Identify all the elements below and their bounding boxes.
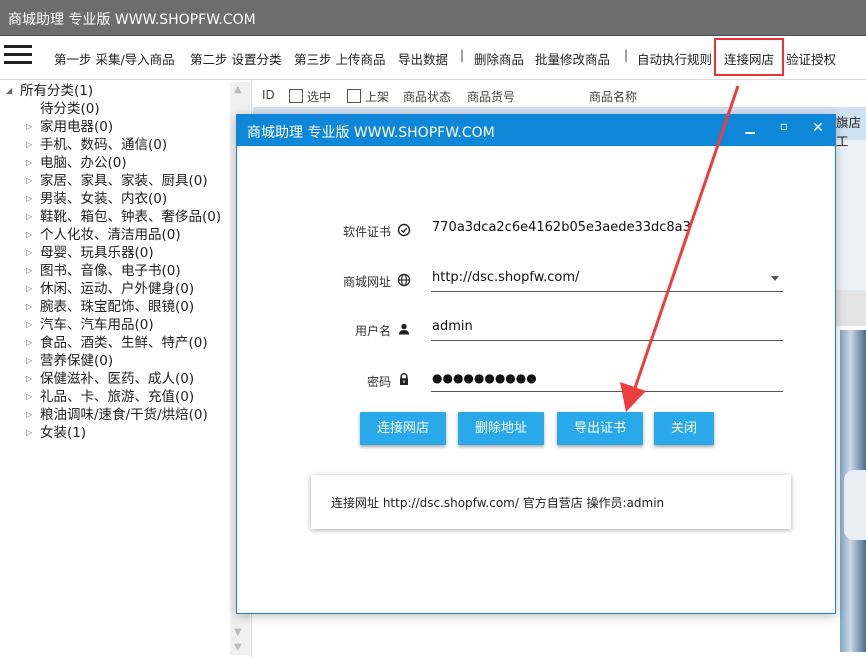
tree-collapsed-icon[interactable]: ▷ (26, 352, 40, 370)
close-icon[interactable]: ✕ (809, 120, 827, 136)
category-tree[interactable]: ◢ 所有分类(1) 待分类(0) ▷ 家用电器(0) ▷ 手机、数码、通信(0) ▷ 电… (0, 80, 252, 657)
select-all-checkbox[interactable] (289, 89, 303, 103)
dialog-title: 商城助理 专业版 WWW.SHOPFW.COM (247, 125, 495, 141)
lock-icon (397, 372, 411, 386)
app-titlebar: 商城助理 专业版 WWW.SHOPFW.COM (0, 0, 866, 36)
toolbar-step3-button[interactable]: 第三步 上传商品 (294, 49, 385, 68)
connect-store-button[interactable]: 连接网店 (360, 412, 446, 445)
tree-collapsed-icon[interactable]: ▷ (26, 370, 40, 388)
store-url-select[interactable]: http://dsc.shopfw.com/ (431, 268, 783, 292)
tree-collapsed-icon[interactable]: ▷ (26, 388, 40, 406)
menu-icon[interactable] (4, 40, 36, 70)
password-field[interactable]: ●●●●●●●●●● (431, 368, 783, 392)
close-button[interactable]: 关闭 (654, 412, 714, 445)
tree-item[interactable]: ▷ 男装、女装、内衣(0) (26, 190, 167, 208)
tree-item[interactable]: ▷ 汽车、汽车用品(0) (26, 316, 154, 334)
product-image (840, 330, 866, 652)
tree-item[interactable]: ▷ 个人化妆、清洁用品(0) (26, 226, 181, 244)
url-label: 商城网址 (342, 275, 391, 289)
column-listed[interactable]: 上架 (347, 88, 389, 105)
tree-item[interactable]: ▷ 图书、音像、电子书(0) (26, 262, 181, 280)
toolbar-export-button[interactable]: 导出数据 (398, 49, 448, 68)
tree-item[interactable]: 待分类(0) (40, 100, 100, 118)
tree-item[interactable]: ▷ 腕表、珠宝配饰、眼镜(0) (26, 298, 194, 316)
tree-collapsed-icon[interactable]: ▷ (26, 190, 40, 208)
globe-icon (397, 273, 411, 287)
toolbar-batch-edit-button[interactable]: 批量修改商品 (535, 49, 610, 68)
minimize-icon[interactable]: ▁ (741, 120, 759, 134)
highlight-box (714, 38, 784, 76)
tree-item[interactable]: ▷ 手机、数码、通信(0) (26, 136, 167, 154)
store-url-value: http://dsc.shopfw.com/ (432, 270, 580, 285)
scroll-up-icon[interactable]: ▲ (234, 84, 242, 95)
tree-collapsed-icon[interactable]: ▷ (26, 244, 40, 262)
column-name[interactable]: 商品名称 (589, 88, 637, 105)
column-id[interactable]: ID (262, 88, 275, 102)
tree-collapsed-icon[interactable]: ▷ (26, 172, 40, 190)
tree-item[interactable]: ▷ 电脑、办公(0) (26, 154, 127, 172)
toolbar-separator: | (460, 48, 465, 62)
tree-collapsed-icon[interactable]: ▷ (26, 316, 40, 334)
user-icon (397, 322, 411, 336)
scroll-down-icon[interactable]: ▼ (234, 642, 242, 653)
username-label: 用户名 (354, 324, 391, 338)
toolbar-auto-rule-button[interactable]: 自动执行规则 (637, 49, 712, 68)
tree-item[interactable]: ▷ 保健滋补、医药、成人(0) (26, 370, 194, 388)
tree-expanded-icon[interactable]: ◢ (6, 82, 20, 100)
column-selected[interactable]: 选中 (289, 88, 331, 105)
tree-root[interactable]: ◢ 所有分类(1) (6, 82, 93, 100)
tree-item[interactable]: ▷ 家用电器(0) (26, 118, 113, 136)
dialog-titlebar: 商城助理 专业版 WWW.SHOPFW.COM ▁ ▫ ✕ (237, 115, 835, 146)
toolbar-step2-button[interactable]: 第二步 设置分类 (190, 49, 281, 68)
listed-checkbox[interactable] (347, 89, 361, 103)
tree-item[interactable]: ▷ 女装(1) (26, 424, 86, 442)
row-name-fragment: 旗店工 (836, 115, 862, 149)
tree-item[interactable]: ▷ 鞋靴、箱包、钟表、奢侈品(0) (26, 208, 221, 226)
tree-collapsed-icon[interactable]: ▷ (26, 334, 40, 352)
password-label: 密码 (366, 375, 391, 389)
toolbar-step1-button[interactable]: 第一步 采集/导入商品 (54, 49, 175, 68)
column-status[interactable]: 商品状态 (403, 88, 451, 105)
license-label: 软件证书 (342, 225, 391, 239)
license-field[interactable]: 770a3dca2c6e4162b05e3aede33dc8a3 (431, 218, 783, 242)
app-title: 商城助理 专业版 WWW.SHOPFW.COM (8, 12, 256, 28)
tree-item[interactable]: ▷ 母婴、玩具乐器(0) (26, 244, 154, 262)
tree-collapsed-icon[interactable]: ▷ (26, 406, 40, 424)
username-field[interactable]: admin (431, 317, 783, 341)
column-sku[interactable]: 商品货号 (467, 88, 515, 105)
tree-item[interactable]: ▷ 礼品、卡、旅游、充值(0) (26, 388, 194, 406)
scroll-down-icon[interactable]: ▼ (234, 627, 242, 638)
tree-item[interactable]: ▷ 家居、家具、家装、厨具(0) (26, 172, 208, 190)
chevron-down-icon[interactable] (771, 276, 779, 281)
tree-item[interactable]: ▷ 粮油调味/速食/干货/烘焙(0) (26, 406, 208, 424)
tree-collapsed-icon[interactable]: ▷ (26, 424, 40, 442)
connection-status-text: 连接网址 http://dsc.shopfw.com/ 官方自营店 操作员:ad… (331, 496, 665, 510)
grid-header: ID 选中 上架 商品状态 商品货号 商品名称 (253, 82, 866, 108)
delete-address-button[interactable]: 删除地址 (458, 412, 544, 445)
export-certificate-button[interactable]: 导出证书 (557, 412, 643, 445)
tree-item[interactable]: ▷ 食品、酒类、生鲜、特产(0) (26, 334, 208, 352)
grid-divider (836, 290, 866, 326)
tree-collapsed-icon[interactable]: ▷ (26, 280, 40, 298)
tree-collapsed-icon[interactable]: ▷ (26, 154, 40, 172)
toolbar-separator: | (624, 48, 629, 62)
tree-collapsed-icon[interactable]: ▷ (26, 298, 40, 316)
tree-collapsed-icon[interactable]: ▷ (26, 208, 40, 226)
tree-item[interactable]: ▷ 休闲、运动、户外健身(0) (26, 280, 194, 298)
maximize-icon[interactable]: ▫ (775, 119, 793, 133)
tree-collapsed-icon[interactable]: ▷ (26, 226, 40, 244)
tree-collapsed-icon[interactable]: ▷ (26, 136, 40, 154)
check-circle-icon (397, 223, 411, 237)
tree-item[interactable]: ▷ 营养保健(0) (26, 352, 113, 370)
connect-store-dialog: 商城助理 专业版 WWW.SHOPFW.COM ▁ ▫ ✕ 软件证书 770a3… (236, 114, 836, 614)
connection-status-card: 连接网址 http://dsc.shopfw.com/ 官方自营店 操作员:ad… (311, 475, 791, 529)
tree-collapsed-icon[interactable]: ▷ (26, 118, 40, 136)
tree-collapsed-icon[interactable]: ▷ (26, 262, 40, 280)
toolbar-delete-button[interactable]: 删除商品 (474, 49, 524, 68)
toolbar-verify-auth-button[interactable]: 验证授权 (786, 49, 836, 68)
